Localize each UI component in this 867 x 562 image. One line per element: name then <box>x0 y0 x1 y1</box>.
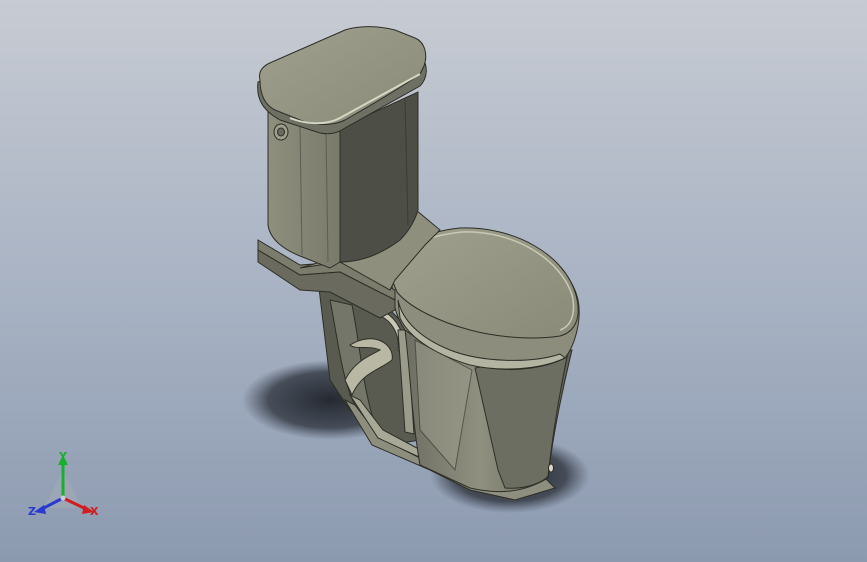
view-orientation-triad[interactable]: Y X Z <box>28 450 99 518</box>
flush-handle-icon[interactable] <box>273 123 289 141</box>
model-view[interactable]: Y X Z <box>0 0 867 562</box>
y-axis-label: Y <box>58 450 68 463</box>
x-axis-label: X <box>90 505 99 518</box>
graphics-viewport[interactable]: Y X Z <box>0 0 867 562</box>
z-axis-label: Z <box>28 505 36 518</box>
